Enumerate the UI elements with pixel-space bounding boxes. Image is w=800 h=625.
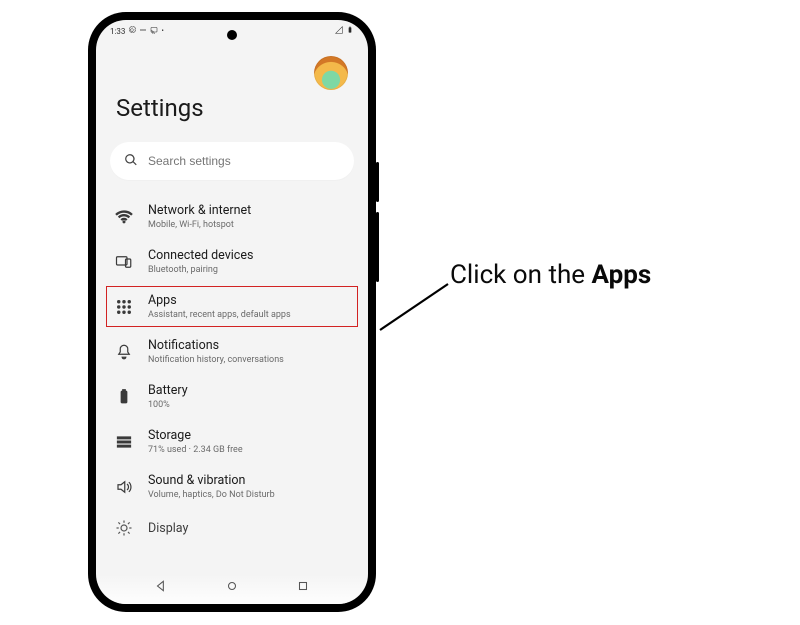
item-label: Display — [148, 521, 188, 536]
item-sub: 100% — [148, 400, 188, 410]
page-title: Settings — [116, 94, 348, 122]
item-sub: 71% used · 2.34 GB free — [148, 445, 243, 455]
callout-text: Click on the Apps — [450, 260, 651, 290]
settings-item-notifications[interactable]: Notifications Notification history, conv… — [96, 329, 368, 374]
settings-item-sound[interactable]: Sound & vibration Volume, haptics, Do No… — [96, 464, 368, 509]
search-pill[interactable] — [110, 142, 354, 180]
settings-item-battery[interactable]: Battery 100% — [96, 374, 368, 419]
battery-icon — [346, 26, 354, 36]
settings-item-devices[interactable]: Connected devices Bluetooth, pairing — [96, 239, 368, 284]
item-sub: Assistant, recent apps, default apps — [148, 310, 291, 320]
sound-icon — [114, 477, 134, 497]
item-sub: Notification history, conversations — [148, 355, 284, 365]
item-label: Apps — [148, 293, 291, 308]
settings-list: Network & internet Mobile, Wi-Fi, hotspo… — [96, 190, 368, 547]
settings-item-apps[interactable]: Apps Assistant, recent apps, default app… — [96, 284, 368, 329]
bell-icon — [114, 342, 134, 362]
gear-icon — [128, 26, 136, 36]
item-label: Connected devices — [148, 248, 253, 263]
storage-icon — [114, 432, 134, 452]
avatar[interactable] — [314, 56, 348, 90]
callout-line-icon — [380, 282, 455, 332]
settings-item-display[interactable]: Display — [96, 509, 368, 547]
search-icon — [124, 152, 138, 171]
nav-home-icon[interactable] — [225, 578, 239, 597]
battery-icon — [114, 387, 134, 407]
item-sub: Volume, haptics, Do Not Disturb — [148, 490, 275, 500]
settings-header: Settings — [96, 42, 368, 128]
item-label: Notifications — [148, 338, 284, 353]
phone-frame: 1:33 • — [88, 12, 376, 612]
nav-back-icon[interactable] — [154, 578, 168, 597]
phone-screen: 1:33 • — [96, 20, 368, 604]
status-dots-icon — [139, 26, 147, 36]
item-label: Battery — [148, 383, 188, 398]
brightness-icon — [114, 518, 134, 538]
phone-side-button — [376, 162, 379, 202]
settings-item-network[interactable]: Network & internet Mobile, Wi-Fi, hotspo… — [96, 194, 368, 239]
devices-icon — [114, 252, 134, 272]
item-sub: Mobile, Wi-Fi, hotspot — [148, 220, 251, 230]
camera-cutout — [227, 30, 237, 40]
wifi-icon — [114, 207, 134, 227]
item-label: Sound & vibration — [148, 473, 275, 488]
item-label: Storage — [148, 428, 243, 443]
apps-grid-icon — [114, 297, 134, 317]
settings-item-storage[interactable]: Storage 71% used · 2.34 GB free — [96, 419, 368, 464]
item-sub: Bluetooth, pairing — [148, 265, 253, 275]
nav-recents-icon[interactable] — [296, 578, 310, 597]
cast-icon — [150, 26, 158, 36]
signal-icon — [335, 26, 343, 36]
search-input[interactable] — [148, 154, 340, 168]
dot-icon: • — [161, 27, 163, 35]
navigation-bar — [96, 574, 368, 604]
phone-side-button — [376, 212, 379, 282]
item-label: Network & internet — [148, 203, 251, 218]
status-time: 1:33 — [110, 27, 125, 36]
